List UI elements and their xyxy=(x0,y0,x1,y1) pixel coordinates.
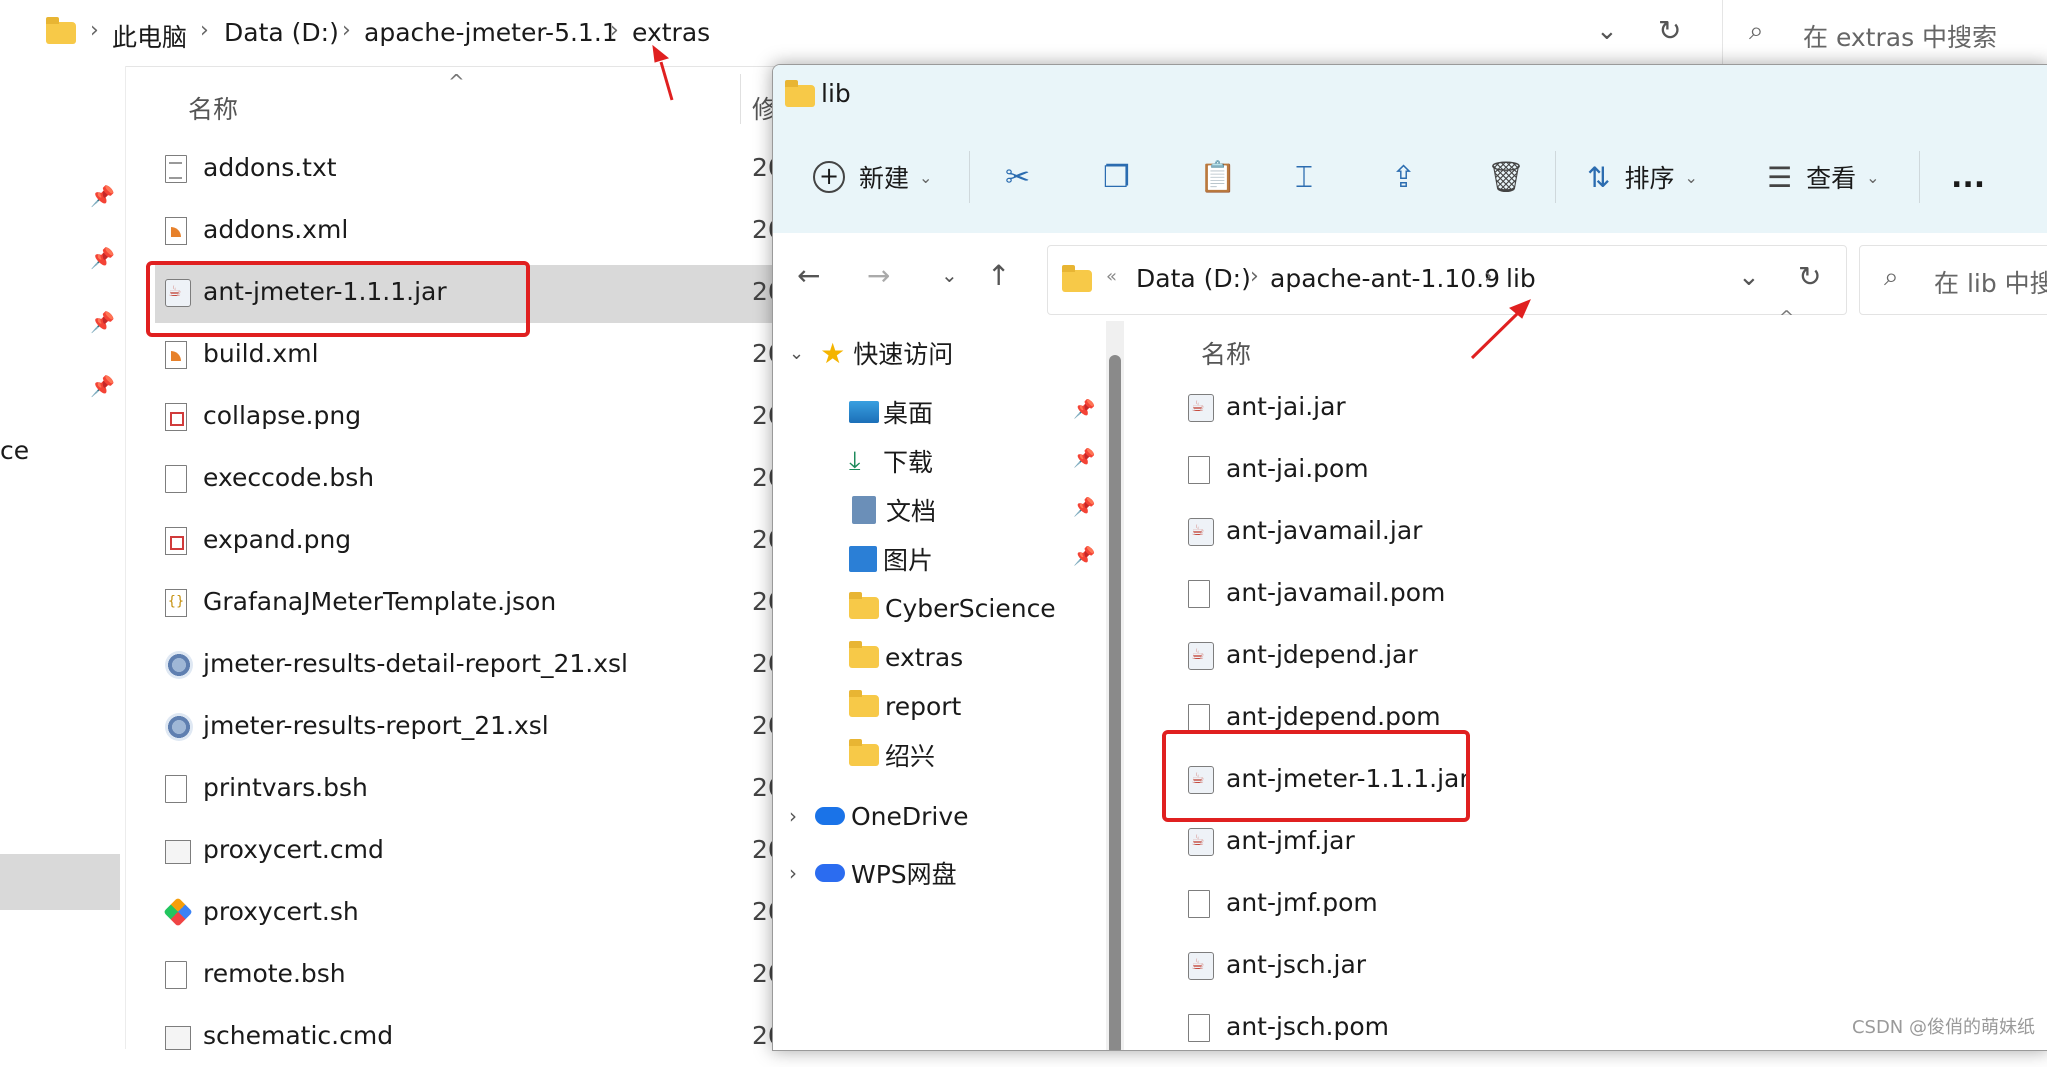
watermark-text: CSDN @俊俏的萌妹纸 xyxy=(1851,1017,2035,1038)
annotation-arrows xyxy=(652,44,1531,360)
arrow-to-lib xyxy=(1470,299,1531,360)
arrow-to-extras xyxy=(652,44,674,101)
